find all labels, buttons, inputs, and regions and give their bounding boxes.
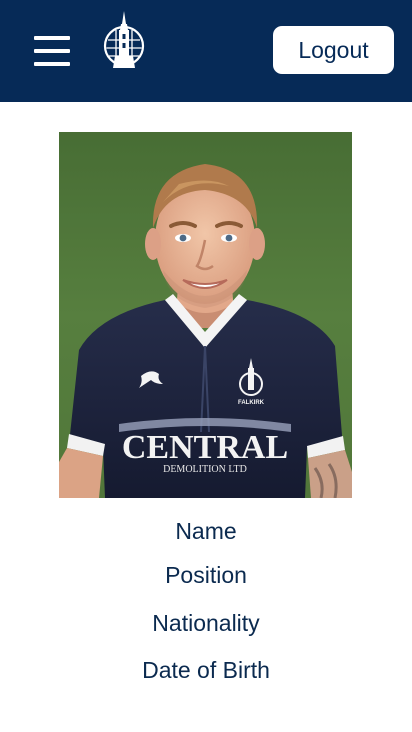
hamburger-menu-icon[interactable]	[28, 28, 76, 74]
app-header: Logout	[0, 0, 412, 102]
player-photo: CENTRAL DEMOLITION LTD FALKIRK	[59, 132, 352, 498]
shirt-crest-text: FALKIRK	[238, 400, 265, 406]
player-date-of-birth: Date of Birth	[142, 657, 270, 683]
club-crest-icon	[103, 11, 145, 68]
player-position: Position	[165, 562, 247, 588]
logout-button[interactable]: Logout	[273, 26, 394, 74]
sponsor-text: CENTRAL	[122, 429, 288, 466]
sponsor-subtext: DEMOLITION LTD	[163, 464, 247, 475]
player-name: Name	[175, 518, 237, 544]
player-nationality: Nationality	[152, 610, 260, 636]
